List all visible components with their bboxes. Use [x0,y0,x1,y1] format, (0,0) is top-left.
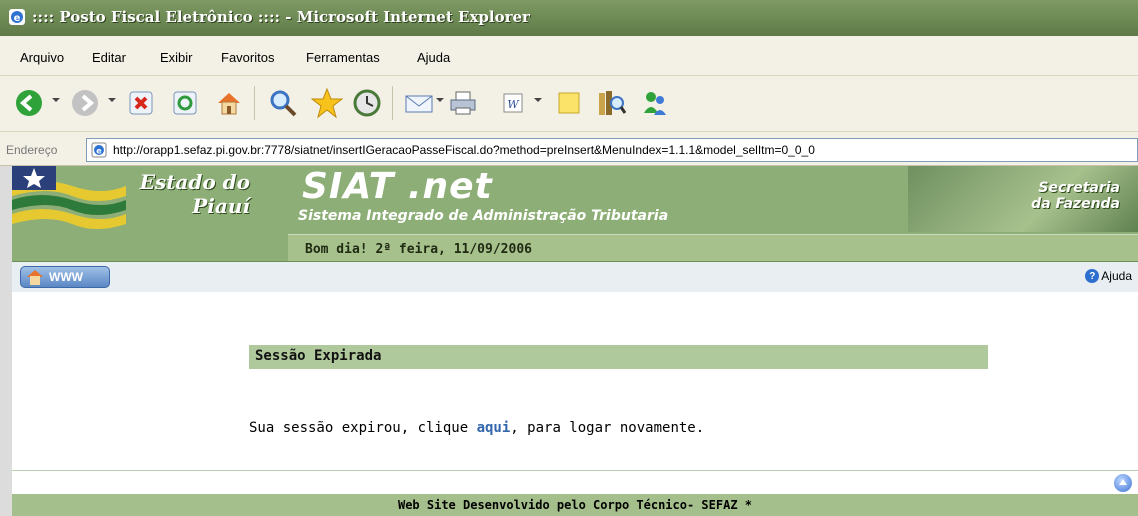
mail-button[interactable] [402,86,436,120]
estado-title: Estado do Piauí [120,170,250,218]
printer-icon [450,91,476,115]
session-expired-message: Sua sessão expirou, clique aqui, para lo… [249,420,704,436]
home-icon [218,93,240,115]
svg-text:e: e [96,147,102,156]
greeting-date: Bom dia! 2ª feira, 11/09/2006 [305,242,532,257]
svg-text:W: W [507,98,520,111]
toolbar-separator [392,86,393,120]
www-label: WWW [49,270,83,284]
home-icon [27,270,43,285]
url-field[interactable]: e http://orapp1.sefaz.pi.gov.br:7778/sia… [86,138,1138,162]
forward-arrow-icon [72,90,98,116]
secretaria-line-2: da Fazenda [1031,196,1120,212]
messenger-people-icon [644,92,666,115]
history-icon [353,89,381,117]
secretaria-title: Secretaria da Fazenda [972,180,1120,212]
estado-line-2: Piauí [192,194,250,218]
refresh-icon [173,91,197,115]
menu-ferramentas[interactable]: Ferramentas [306,50,380,65]
back-button[interactable] [12,86,46,120]
internet-explorer-icon: e [9,9,25,25]
search-button[interactable] [266,86,300,120]
help-label: Ajuda [1101,269,1132,283]
stop-button[interactable] [124,86,158,120]
search-icon [270,90,297,117]
scroll-to-top-icon[interactable] [1114,474,1132,492]
edit-dropdown-icon[interactable] [534,98,542,102]
footer-credits: Web Site Desenvolvido pelo Corpo Técnico… [12,494,1138,516]
content-bottom-bar [12,470,1138,494]
back-dropdown-icon[interactable] [52,98,60,102]
help-icon: ? [1085,269,1100,283]
siat-logo-text: SIAT .net [302,166,493,207]
www-home-button[interactable]: WWW [20,266,110,288]
page-icon: e [91,142,107,158]
browser-toolbar: W [0,76,1138,132]
site-banner: Estado do Piauí SIAT .net Sistema Integr… [12,166,1138,262]
forward-dropdown-icon[interactable] [108,98,116,102]
discuss-button[interactable] [552,86,586,120]
print-button[interactable] [446,86,480,120]
nav-strip: WWW ? Ajuda [12,262,1138,292]
login-again-link[interactable]: aqui [477,420,511,436]
mail-dropdown-icon[interactable] [436,98,444,102]
piaui-flag-logo [12,166,126,238]
research-books-icon [599,91,627,115]
mail-icon [405,95,433,113]
edit-button[interactable]: W [496,86,530,120]
refresh-button[interactable] [168,86,202,120]
menu-arquivo[interactable]: Arquivo [20,50,64,65]
window-title: :::: Posto Fiscal Eletrônico :::: - Micr… [32,8,530,26]
menu-editar[interactable]: Editar [92,50,126,65]
stop-icon [129,91,153,115]
menu-bar: Arquivo Editar Exibir Favoritos Ferramen… [0,36,1138,76]
url-text: http://orapp1.sefaz.pi.gov.br:7778/siatn… [113,143,815,157]
star-icon [311,87,343,119]
help-link[interactable]: ? Ajuda [1085,269,1132,283]
message-text-before: Sua sessão expirou, clique [249,420,477,436]
svg-text:e: e [14,13,21,24]
window-title-bar[interactable]: e :::: Posto Fiscal Eletrônico :::: - Mi… [0,0,1138,36]
notes-icon [558,92,580,114]
menu-ajuda[interactable]: Ajuda [417,50,450,65]
research-button[interactable] [594,86,628,120]
messenger-button[interactable] [638,86,672,120]
session-expired-header: Sessão Expirada [249,345,988,369]
favorites-button[interactable] [310,86,344,120]
siat-subtitle: Sistema Integrado de Administração Tribu… [298,208,669,224]
forward-button[interactable] [68,86,102,120]
estado-line-1: Estado do [139,170,250,194]
address-label: Endereço [6,143,58,157]
message-text-after: , para logar novamente. [510,420,705,436]
secretaria-line-1: Secretaria [1038,180,1120,196]
toolbar-separator [254,86,255,120]
home-button[interactable] [212,86,246,120]
word-document-icon: W [503,93,523,113]
menu-exibir[interactable]: Exibir [160,50,193,65]
back-arrow-icon [16,90,42,116]
history-button[interactable] [350,86,384,120]
left-frame-edge [0,166,12,516]
address-bar: Endereço e http://orapp1.sefaz.pi.gov.br… [0,132,1138,166]
menu-favoritos[interactable]: Favoritos [221,50,274,65]
